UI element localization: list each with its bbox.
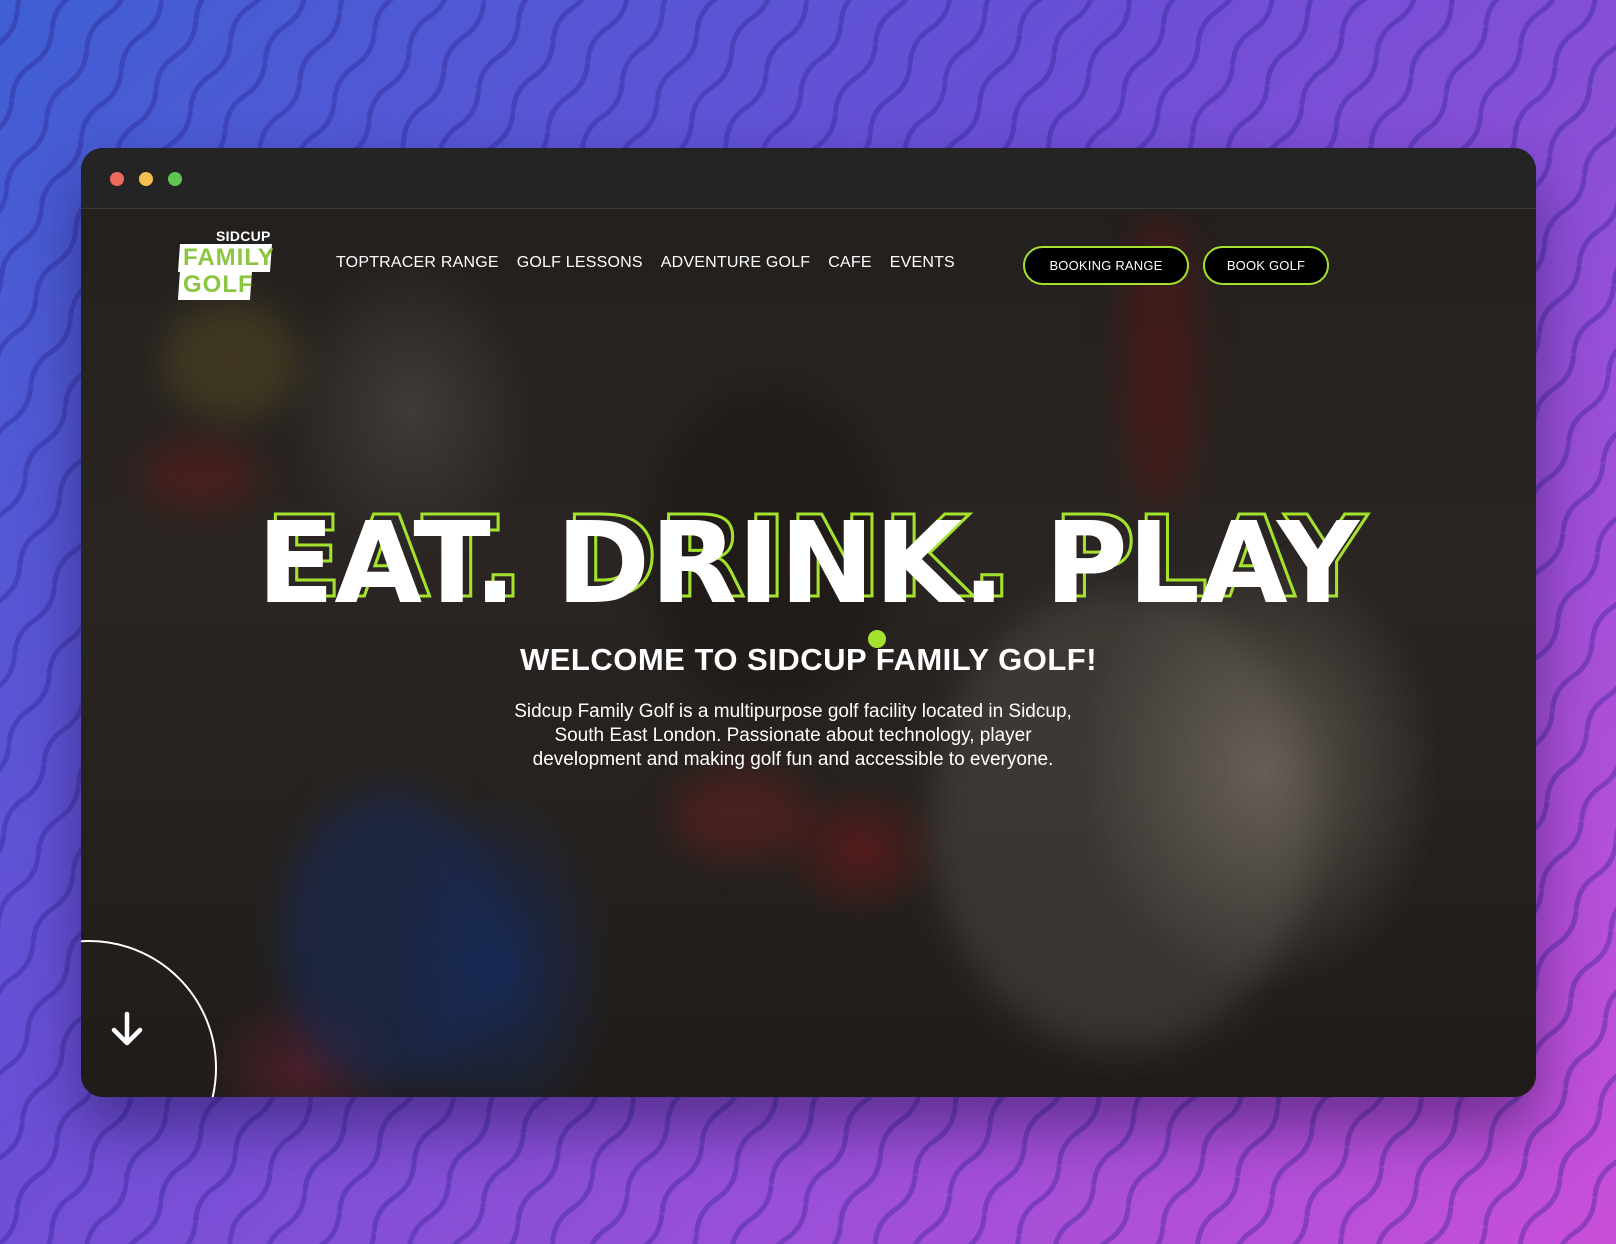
browser-window: SIDCUP FAMILY GOLF TOPTRACER RANGE GOLF … xyxy=(81,148,1536,1097)
hero-title: EAT. DRINK. PLAY EAT. DRINK. PLAY xyxy=(81,496,1536,616)
blue-cup-background xyxy=(281,790,501,1090)
nav-item-adventure-golf[interactable]: ADVENTURE GOLF xyxy=(661,254,811,272)
scroll-down-circle[interactable] xyxy=(81,940,217,1097)
site-header: SIDCUP FAMILY GOLF TOPTRACER RANGE GOLF … xyxy=(81,210,1536,320)
maximize-window-button[interactable] xyxy=(168,172,182,186)
intro-paragraph: Sidcup Family Golf is a multipurpose gol… xyxy=(514,701,1072,770)
hero-title-text: EAT. DRINK. PLAY xyxy=(257,499,1361,616)
nav-item-golf-lessons[interactable]: GOLF LESSONS xyxy=(517,254,643,272)
logo-text-top: SIDCUP xyxy=(216,228,271,244)
welcome-heading: WELCOME TO SIDCUP FAMILY GOLF! xyxy=(519,642,1098,677)
arrow-down-icon[interactable] xyxy=(108,1010,146,1048)
book-golf-button[interactable]: BOOK GOLF xyxy=(1203,246,1329,285)
hero-section: SIDCUP FAMILY GOLF TOPTRACER RANGE GOLF … xyxy=(81,210,1536,1097)
booking-range-button[interactable]: BOOKING RANGE xyxy=(1023,246,1189,285)
nav-item-cafe[interactable]: CAFE xyxy=(828,254,871,272)
logo-text-line2: GOLF xyxy=(183,271,254,298)
nav-item-events[interactable]: EVENTS xyxy=(890,254,955,272)
browser-titlebar xyxy=(81,148,1536,209)
minimize-window-button[interactable] xyxy=(139,172,153,186)
logo-text-line1: FAMILY xyxy=(183,244,275,271)
main-navigation: TOPTRACER RANGE GOLF LESSONS ADVENTURE G… xyxy=(336,254,955,272)
sidcup-family-golf-logo[interactable]: SIDCUP FAMILY GOLF xyxy=(177,228,279,304)
red-cast-background xyxy=(671,770,811,860)
nav-item-toptracer-range[interactable]: TOPTRACER RANGE xyxy=(336,254,499,272)
close-window-button[interactable] xyxy=(110,172,124,186)
